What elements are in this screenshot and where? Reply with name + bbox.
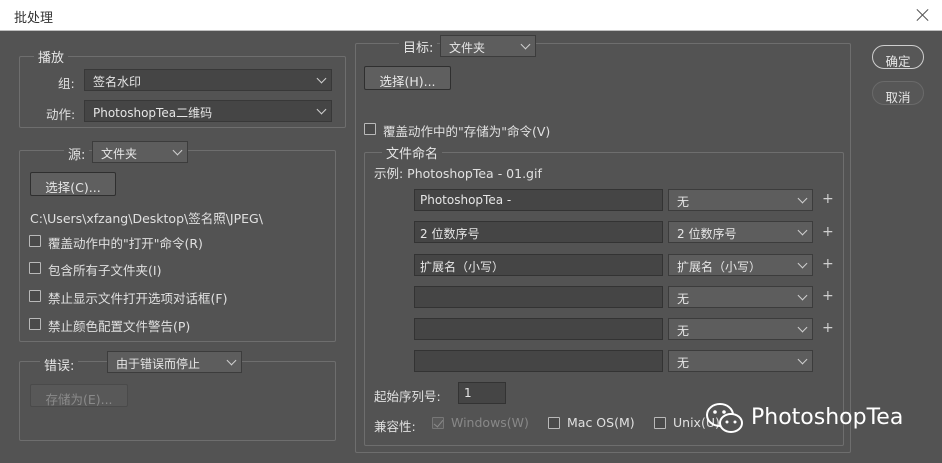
errors-label: 错误:: [40, 355, 79, 374]
cancel-button[interactable]: 取消: [872, 81, 924, 105]
destination-choose-button[interactable]: 选择(H)...: [364, 66, 451, 90]
chevron-down-icon: [316, 104, 327, 115]
add-row-icon[interactable]: +: [822, 191, 834, 207]
set-value: 签名水印: [93, 75, 142, 89]
naming-field-1[interactable]: PhotoshopTea -: [414, 189, 663, 211]
action-value: PhotoshopTea二维码: [93, 106, 213, 120]
naming-field-4[interactable]: [414, 286, 663, 308]
window-title: 批处理: [14, 11, 54, 26]
override-save-as-label: 覆盖动作中的"存储为"命令(V): [383, 124, 551, 139]
close-icon[interactable]: [910, 3, 936, 27]
source-choose-button[interactable]: 选择(C)...: [30, 172, 116, 196]
chevron-down-icon: [316, 73, 327, 84]
chevron-down-icon: [797, 354, 808, 365]
suppress-color-warning-checkbox[interactable]: [29, 318, 41, 330]
naming-example: 示例: PhotoshopTea - 01.gif: [374, 166, 542, 181]
include-subfolders-label: 包含所有子文件夹(I): [48, 263, 162, 278]
naming-option-6[interactable]: 无: [668, 350, 813, 372]
compat-mac-label: Mac OS(M): [567, 415, 635, 430]
action-dropdown[interactable]: PhotoshopTea二维码: [84, 100, 332, 122]
destination-dropdown[interactable]: 文件夹: [440, 35, 536, 57]
start-serial-label: 起始序列号:: [374, 389, 441, 404]
chevron-down-icon: [172, 145, 183, 156]
naming-option-3[interactable]: 扩展名（小写）: [668, 254, 813, 276]
add-row-icon[interactable]: +: [822, 224, 834, 240]
compat-windows-checkbox[interactable]: [432, 417, 444, 429]
title-bar: 批处理: [0, 0, 942, 31]
ok-button[interactable]: 确定: [872, 45, 924, 69]
override-save-as-checkbox[interactable]: [364, 123, 376, 135]
naming-option-6-value: 无: [677, 356, 690, 370]
set-label: 组:: [58, 76, 75, 91]
destination-label: 目标:: [399, 37, 438, 56]
naming-field-2[interactable]: 2 位数序号: [414, 221, 663, 243]
play-legend: 播放: [34, 47, 69, 66]
wechat-icon: [706, 403, 743, 433]
suppress-color-warning-label: 禁止颜色配置文件警告(P): [48, 319, 191, 334]
source-path: C:\Users\xfzang\Desktop\签名照\JPEG\: [30, 211, 263, 226]
naming-field-5[interactable]: [414, 318, 663, 340]
chevron-down-icon: [797, 225, 808, 236]
add-row-icon[interactable]: +: [822, 288, 834, 304]
action-label: 动作:: [46, 107, 76, 122]
errors-value: 由于错误而停止: [116, 357, 201, 371]
naming-option-4-value: 无: [677, 292, 690, 306]
naming-option-5[interactable]: 无: [668, 318, 813, 340]
naming-field-3[interactable]: 扩展名（小写）: [414, 254, 663, 276]
override-open-label: 覆盖动作中的"打开"命令(R): [48, 236, 203, 251]
suppress-open-dialog-label: 禁止显示文件打开选项对话框(F): [48, 291, 228, 306]
add-row-icon[interactable]: +: [822, 256, 834, 272]
destination-value: 文件夹: [449, 41, 486, 55]
naming-option-1[interactable]: 无: [668, 189, 813, 211]
naming-field-6[interactable]: [414, 350, 663, 372]
compat-mac-checkbox[interactable]: [548, 417, 560, 429]
set-dropdown[interactable]: 签名水印: [84, 69, 332, 91]
start-serial-input[interactable]: 1: [458, 382, 506, 404]
compat-unix-checkbox[interactable]: [654, 417, 666, 429]
override-open-checkbox[interactable]: [29, 235, 41, 247]
compat-windows-label: Windows(W): [451, 415, 529, 430]
suppress-open-dialog-checkbox[interactable]: [29, 290, 41, 302]
errors-dropdown[interactable]: 由于错误而停止: [107, 351, 242, 373]
naming-option-5-value: 无: [677, 324, 690, 338]
naming-option-3-value: 扩展名（小写）: [677, 260, 762, 274]
watermark-text: PhotoshopTea: [751, 405, 904, 430]
source-dropdown[interactable]: 文件夹: [92, 141, 188, 163]
chevron-down-icon: [797, 290, 808, 301]
chevron-down-icon: [797, 258, 808, 269]
naming-option-2[interactable]: 2 位数序号: [668, 221, 813, 243]
source-value: 文件夹: [101, 147, 138, 161]
naming-option-2-value: 2 位数序号: [677, 227, 737, 241]
source-label: 源:: [64, 144, 90, 163]
file-naming-legend: 文件命名: [382, 143, 443, 162]
chevron-down-icon: [226, 355, 237, 366]
add-row-icon[interactable]: +: [822, 320, 834, 336]
naming-option-4[interactable]: 无: [668, 286, 813, 308]
chevron-down-icon: [797, 322, 808, 333]
chevron-down-icon: [797, 193, 808, 204]
chevron-down-icon: [520, 39, 531, 50]
errors-save-as-button[interactable]: 存储为(E)...: [30, 384, 128, 407]
compat-label: 兼容性:: [374, 419, 416, 434]
include-subfolders-checkbox[interactable]: [29, 262, 41, 274]
naming-option-1-value: 无: [677, 195, 690, 209]
